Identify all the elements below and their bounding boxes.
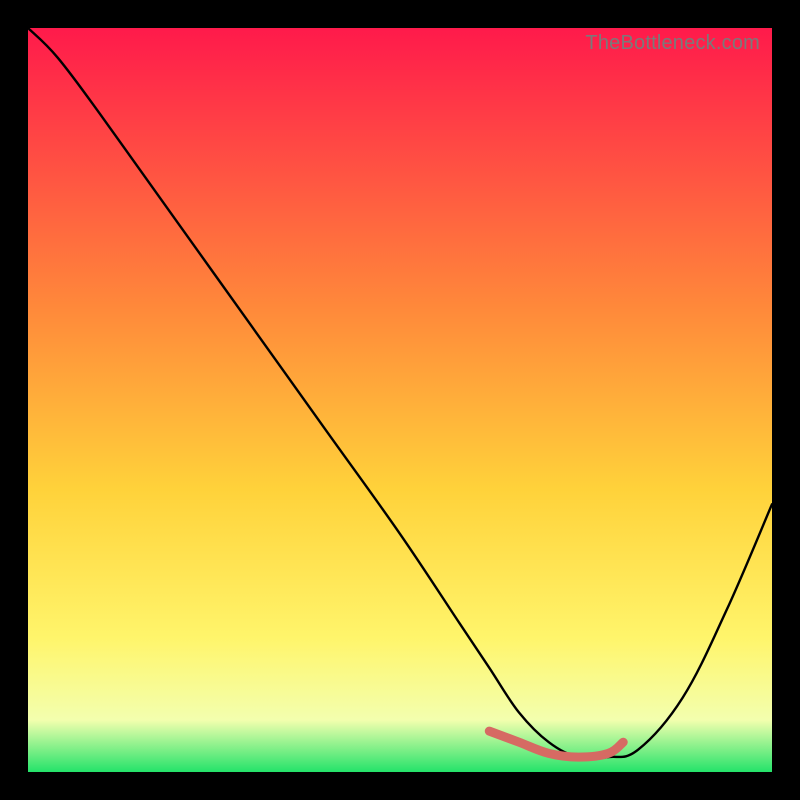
watermark-label: TheBottleneck.com [585,32,760,55]
chart-frame: TheBottleneck.com [28,28,772,772]
bottleneck-chart [28,28,772,772]
gradient-background [28,28,772,772]
